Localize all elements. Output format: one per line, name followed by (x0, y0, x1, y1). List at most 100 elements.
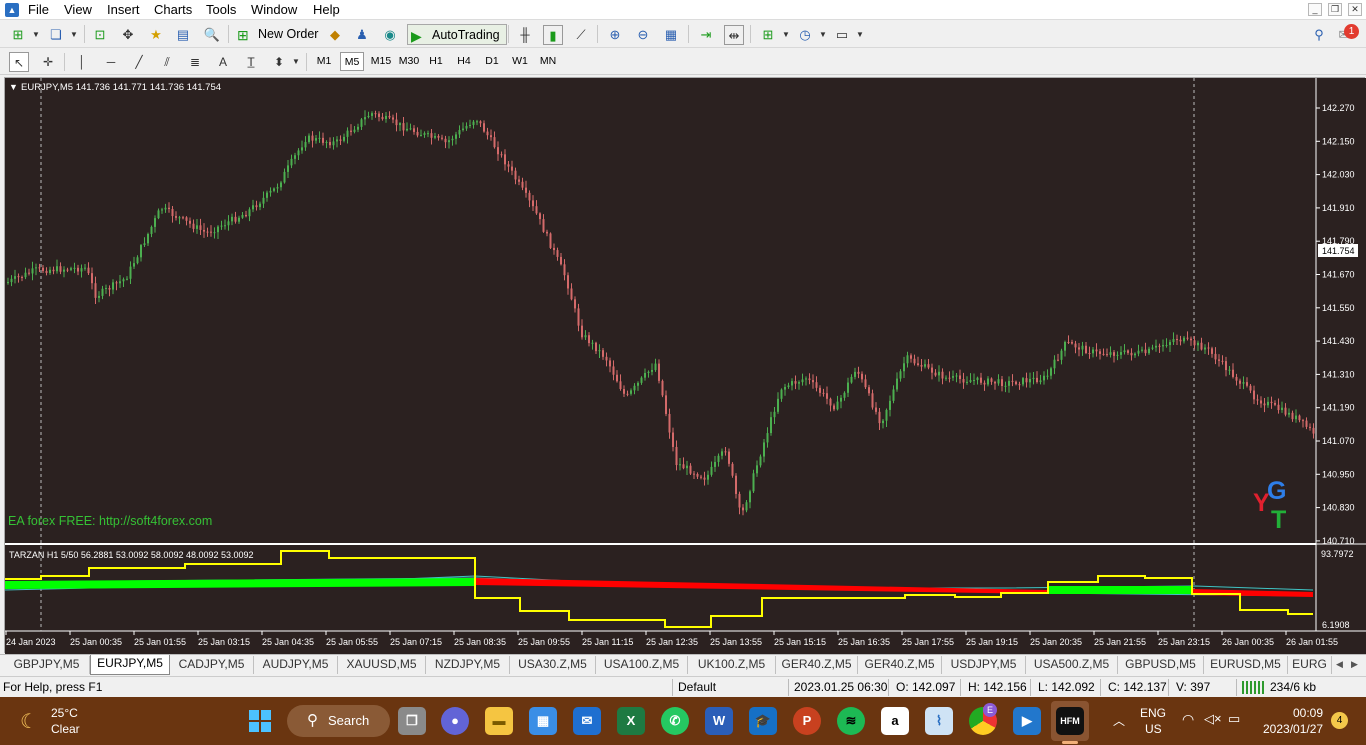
trendline-icon[interactable]: ╱ (129, 52, 149, 72)
zoom-in-icon[interactable]: ⊕ (605, 25, 625, 45)
keyboard-layout[interactable]: US (1145, 722, 1162, 736)
spotify-icon[interactable]: ≋ (837, 707, 865, 735)
templates-icon[interactable]: ▭ (832, 25, 852, 45)
new-chart-icon[interactable]: ⊞ (8, 25, 28, 45)
periods-icon[interactable]: ◷ (795, 25, 815, 45)
chevron-down-icon[interactable]: ▼ (26, 25, 46, 45)
autotrading-button[interactable]: ▶ AutoTrading (407, 24, 507, 45)
chevron-down-icon[interactable]: ▼ (64, 25, 84, 45)
chevron-down-icon[interactable]: ▼ (850, 25, 870, 45)
word-icon[interactable]: W (705, 707, 733, 735)
tab-ger40[interactable]: GER40.Z,M5 (776, 656, 858, 674)
metaeditor-icon[interactable]: ◆ (325, 25, 345, 45)
hfm-app-icon[interactable]: HFM (1056, 707, 1084, 735)
chart-window[interactable]: 142.270 142.150 142.030 141.910 141.790 141.6… (4, 77, 1366, 654)
timeframe-m15[interactable]: M15 (368, 52, 394, 71)
chevron-down-icon[interactable]: ▼ (813, 25, 833, 45)
tab-audjpy[interactable]: AUDJPY,M5 (254, 656, 338, 674)
mail-icon[interactable]: ✉ (573, 707, 601, 735)
app-icon[interactable]: ▲ (5, 3, 19, 17)
notification-badge[interactable]: 4 (1331, 712, 1348, 729)
timeframe-w1[interactable]: W1 (508, 52, 532, 71)
windows-start-icon[interactable] (249, 710, 271, 732)
equidistant-channel-icon[interactable]: ⫽ (157, 52, 177, 72)
menu-file[interactable]: File (28, 2, 49, 17)
tab-eurjpy[interactable]: EURJPY,M5 (90, 655, 170, 675)
moon-weather-icon[interactable]: ☾ (20, 709, 38, 734)
vertical-line-icon[interactable]: │ (72, 52, 92, 72)
whatsapp-icon[interactable]: ✆ (661, 707, 689, 735)
chevron-down-icon[interactable]: ▼ (286, 52, 306, 72)
menu-help[interactable]: Help (313, 2, 340, 17)
tab-usa500[interactable]: USA500.Z,M5 (1026, 656, 1118, 674)
tab-eurg[interactable]: EURG (1288, 656, 1332, 674)
tab-usa100[interactable]: USA100.Z,M5 (596, 656, 688, 674)
text-icon[interactable]: A (213, 52, 233, 72)
education-app-icon[interactable]: 🎓 (749, 707, 777, 735)
timeframe-m5[interactable]: M5 (340, 52, 364, 71)
tab-uk100[interactable]: UK100.Z,M5 (688, 656, 776, 674)
tab-eurusd[interactable]: EURUSD,M5 (1204, 656, 1288, 674)
search-icon[interactable]: ⚲ (1309, 25, 1329, 45)
chevron-down-icon[interactable]: ▼ (776, 25, 796, 45)
timeframe-h4[interactable]: H4 (452, 52, 476, 71)
task-view-icon[interactable]: ❐ (398, 707, 426, 735)
video-editor-icon[interactable]: ▶ (1013, 707, 1041, 735)
chevron-up-icon[interactable]: ︿ (1113, 712, 1125, 729)
crosshair-icon[interactable]: ✛ (38, 52, 58, 72)
clock-date[interactable]: 2023/01/27 (1263, 722, 1323, 736)
language-code[interactable]: ENG (1140, 706, 1166, 720)
restore-icon[interactable]: ❐ (1328, 3, 1342, 16)
tab-gbpjpy[interactable]: GBPJPY,M5 (4, 656, 90, 674)
weather-description[interactable]: Clear (51, 722, 80, 736)
timeframe-m1[interactable]: M1 (312, 52, 336, 71)
excel-icon[interactable]: X (617, 707, 645, 735)
crosshair-move-icon[interactable]: ✥ (118, 25, 138, 45)
menu-window[interactable]: Window (251, 2, 297, 17)
powerpoint-icon[interactable]: P (793, 707, 821, 735)
main-chart-background[interactable] (5, 78, 1316, 543)
store-icon[interactable]: ▦ (529, 707, 557, 735)
timeframe-h1[interactable]: H1 (424, 52, 448, 71)
timeframe-m30[interactable]: M30 (396, 52, 422, 71)
fibonacci-icon[interactable]: ≣ (185, 52, 205, 72)
cursor-icon[interactable]: ↖ (9, 52, 29, 72)
tab-xauusd[interactable]: XAUUSD,M5 (338, 656, 426, 674)
zoom-out-icon[interactable]: ⊖ (633, 25, 653, 45)
symbol-menu-arrow[interactable]: ▼ (9, 82, 18, 92)
menu-charts[interactable]: Charts (154, 2, 192, 17)
tab-gbpusd[interactable]: GBPUSD,M5 (1118, 656, 1204, 674)
teams-icon[interactable]: ● (441, 707, 469, 735)
tab-cadjpy[interactable]: CADJPY,M5 (170, 656, 254, 674)
candlestick-chart-icon[interactable]: ▮ (543, 25, 563, 45)
weather-temperature[interactable]: 25°C (51, 706, 78, 720)
menu-view[interactable]: View (64, 2, 92, 17)
tile-windows-icon[interactable]: ▦ (661, 25, 681, 45)
tabs-scroll-left-icon[interactable]: ◀ (1336, 659, 1343, 670)
text-label-icon[interactable]: T̲ (241, 52, 261, 72)
tab-nzdjpy[interactable]: NZDJPY,M5 (426, 656, 510, 674)
wifi-icon[interactable]: ◠ (1182, 711, 1194, 728)
minimize-icon[interactable]: _ (1308, 3, 1322, 16)
vps-icon[interactable]: ◉ (380, 25, 400, 45)
market-watch-icon[interactable]: ⊡ (90, 25, 110, 45)
close-icon[interactable]: ✕ (1348, 3, 1362, 16)
price-chart[interactable]: 142.270142.150142.030141.910141.790141.6… (5, 78, 1366, 654)
tabs-scroll-right-icon[interactable]: ▶ (1351, 659, 1358, 670)
chart-shift-icon[interactable]: ⇹ (724, 25, 744, 45)
bar-chart-icon[interactable]: ╫ (515, 25, 535, 45)
indicators-icon[interactable]: ⊞ (758, 25, 778, 45)
menu-tools[interactable]: Tools (206, 2, 236, 17)
timeframe-mn[interactable]: MN (536, 52, 560, 71)
favorites-icon[interactable]: ★ (146, 25, 166, 45)
tab-usa30[interactable]: USA30.Z,M5 (510, 656, 596, 674)
timeframe-d1[interactable]: D1 (480, 52, 504, 71)
new-order-button[interactable]: ⊞ New Order (234, 24, 324, 45)
battery-icon[interactable]: ▭ (1228, 711, 1240, 727)
stock-chart-app-icon[interactable]: ⌇ (925, 707, 953, 735)
amazon-icon[interactable]: a (881, 707, 909, 735)
profiles-icon[interactable]: ❏ (46, 25, 66, 45)
line-chart-icon[interactable]: ⟋ (571, 25, 591, 45)
clock-time[interactable]: 00:09 (1293, 706, 1323, 720)
tab-ger40-2[interactable]: GER40.Z,M5 (858, 656, 942, 674)
